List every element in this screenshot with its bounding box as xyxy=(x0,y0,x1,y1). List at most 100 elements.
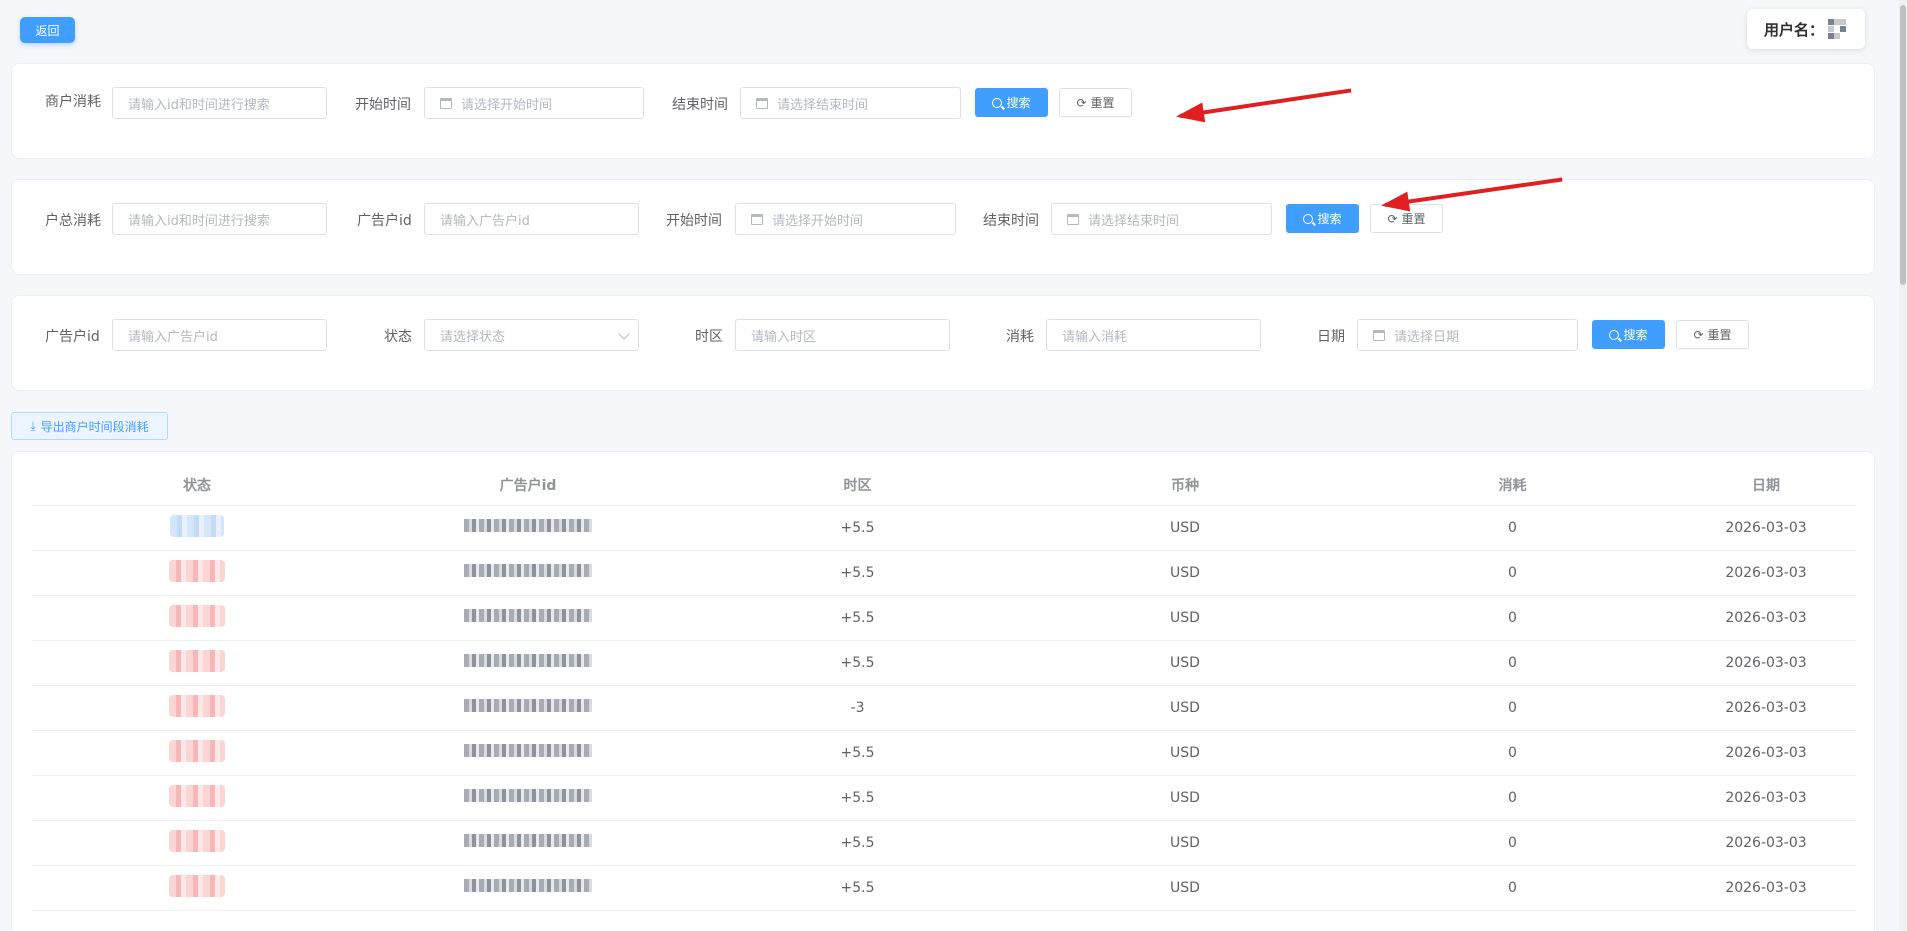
table-row: -3 USD 0 2026-03-03 xyxy=(32,685,1856,731)
spend-cell: 0 xyxy=(1349,775,1676,821)
reset-button[interactable]: ⟳ 重置 xyxy=(1059,88,1132,117)
currency-cell: USD xyxy=(1021,640,1349,686)
table-header: 状态 广告户id 时区 币种 消耗 日期 xyxy=(32,465,1856,506)
spend-input[interactable]: 请输入消耗 xyxy=(1046,319,1261,351)
date-cell: 2026-03-03 xyxy=(1676,820,1856,866)
spend-cell: 0 xyxy=(1349,865,1676,911)
date-cell: 2026-03-03 xyxy=(1676,730,1856,776)
status-tag xyxy=(169,649,225,672)
table-row: +5.5 USD 0 2026-03-03 xyxy=(32,820,1856,866)
start-time-label: 开始时间 xyxy=(666,213,722,229)
column-header: 日期 xyxy=(1676,465,1856,506)
table-row: +5.5 USD 0 2026-03-03 xyxy=(32,730,1856,776)
merchant-filter-panel: 商户消耗 请输入id和时间进行搜索 开始时间 请选择开始时间 结束时间 请选择结… xyxy=(11,63,1875,159)
username-label: 用户名： xyxy=(1764,20,1825,39)
timezone-cell: +5.5 xyxy=(694,775,1021,821)
date-cell: 2026-03-03 xyxy=(1676,775,1856,821)
spend-cell: 0 xyxy=(1349,820,1676,866)
search-button[interactable]: 搜索 xyxy=(1286,204,1359,233)
ad-account-id-label: 广告户id xyxy=(357,213,412,229)
chevron-down-icon xyxy=(618,328,630,340)
user-info[interactable]: 用户名： xyxy=(1747,9,1865,49)
back-button[interactable]: 返回 xyxy=(20,17,75,43)
search-button[interactable]: 搜索 xyxy=(975,88,1048,117)
ad-account-id xyxy=(464,699,592,712)
account-filter-panel: 户总消耗 请输入id和时间进行搜索 广告户id 请输入广告户id 开始时间 请选… xyxy=(11,179,1875,275)
column-header: 时区 xyxy=(694,465,1021,506)
status-tag xyxy=(169,739,225,762)
table-row: +5.5 USD 0 2026-03-03 xyxy=(32,505,1856,551)
currency-cell: USD xyxy=(1021,865,1349,911)
ad-account-id-label: 广告户id xyxy=(45,329,100,345)
ad-account-id xyxy=(464,609,592,622)
end-time-picker[interactable]: 请选择结束时间 xyxy=(740,87,961,119)
page-scrollbar[interactable] xyxy=(1899,0,1907,931)
currency-cell: USD xyxy=(1021,820,1349,866)
arrow-head xyxy=(1174,102,1206,127)
timezone-cell: +5.5 xyxy=(694,820,1021,866)
status-tag xyxy=(169,784,225,807)
date-cell: 2026-03-03 xyxy=(1676,550,1856,596)
calendar-icon xyxy=(1373,329,1385,341)
ad-account-id xyxy=(464,834,592,847)
column-header: 消耗 xyxy=(1349,465,1676,506)
status-tag xyxy=(169,559,225,582)
export-button[interactable]: ⤓ 导出商户时间段消耗 xyxy=(11,412,168,440)
refresh-icon: ⟳ xyxy=(1693,327,1704,342)
table-row: +5.5 USD 0 2026-03-03 xyxy=(32,775,1856,821)
timezone-cell: +5.5 xyxy=(694,640,1021,686)
currency-cell: USD xyxy=(1021,775,1349,821)
ad-account-id xyxy=(464,879,592,892)
status-tag xyxy=(169,604,225,627)
date-picker[interactable]: 请选择日期 xyxy=(1357,319,1578,351)
ad-account-id xyxy=(464,654,592,667)
ad-account-id xyxy=(464,564,592,577)
ad-account-id-input[interactable]: 请输入广告户id xyxy=(424,203,639,235)
timezone-cell: +5.5 xyxy=(694,550,1021,596)
calendar-icon xyxy=(756,97,768,109)
arrow-head xyxy=(1379,191,1411,216)
status-tag xyxy=(169,829,225,852)
account-keyword-input[interactable]: 请输入id和时间进行搜索 xyxy=(112,203,327,235)
start-time-picker[interactable]: 请选择开始时间 xyxy=(424,87,644,119)
account-total-label: 户总消耗 xyxy=(45,213,101,229)
start-time-picker[interactable]: 请选择开始时间 xyxy=(735,203,956,235)
date-cell: 2026-03-03 xyxy=(1676,505,1856,551)
calendar-icon xyxy=(1067,213,1079,225)
timezone-cell: +5.5 xyxy=(694,730,1021,776)
scrollbar-thumb[interactable] xyxy=(1900,5,1906,285)
status-tag xyxy=(169,874,225,897)
start-time-label: 开始时间 xyxy=(355,97,411,113)
spend-cell: 0 xyxy=(1349,505,1676,551)
spend-cell: 0 xyxy=(1349,595,1676,641)
currency-cell: USD xyxy=(1021,730,1349,776)
currency-cell: USD xyxy=(1021,550,1349,596)
timezone-cell: +5.5 xyxy=(694,595,1021,641)
status-select[interactable]: 请选择状态 xyxy=(424,319,639,351)
calendar-icon xyxy=(440,97,452,109)
spend-cell: 0 xyxy=(1349,550,1676,596)
end-time-label: 结束时间 xyxy=(983,213,1039,229)
ad-account-id xyxy=(464,789,592,802)
end-time-picker[interactable]: 请选择结束时间 xyxy=(1051,203,1272,235)
ad-account-id-input[interactable]: 请输入广告户id xyxy=(112,319,327,351)
status-tag xyxy=(170,514,224,537)
end-time-label: 结束时间 xyxy=(672,97,728,113)
timezone-input[interactable]: 请输入时区 xyxy=(735,319,950,351)
table-row: +5.5 USD 0 2026-03-03 xyxy=(32,640,1856,686)
search-button[interactable]: 搜索 xyxy=(1592,320,1665,349)
date-cell: 2026-03-03 xyxy=(1676,865,1856,911)
table-row: +5.5 USD 0 2026-03-03 xyxy=(32,595,1856,641)
refresh-icon: ⟳ xyxy=(1076,95,1087,110)
date-cell: 2026-03-03 xyxy=(1676,685,1856,731)
merchant-keyword-input[interactable]: 请输入id和时间进行搜索 xyxy=(112,87,327,119)
spend-cell: 0 xyxy=(1349,640,1676,686)
date-cell: 2026-03-03 xyxy=(1676,595,1856,641)
spend-cell: 0 xyxy=(1349,730,1676,776)
currency-cell: USD xyxy=(1021,595,1349,641)
reset-button[interactable]: ⟳ 重置 xyxy=(1676,320,1749,349)
timezone-cell: +5.5 xyxy=(694,865,1021,911)
ad-account-id xyxy=(464,519,592,532)
currency-cell: USD xyxy=(1021,685,1349,731)
timezone-label: 时区 xyxy=(695,329,723,345)
